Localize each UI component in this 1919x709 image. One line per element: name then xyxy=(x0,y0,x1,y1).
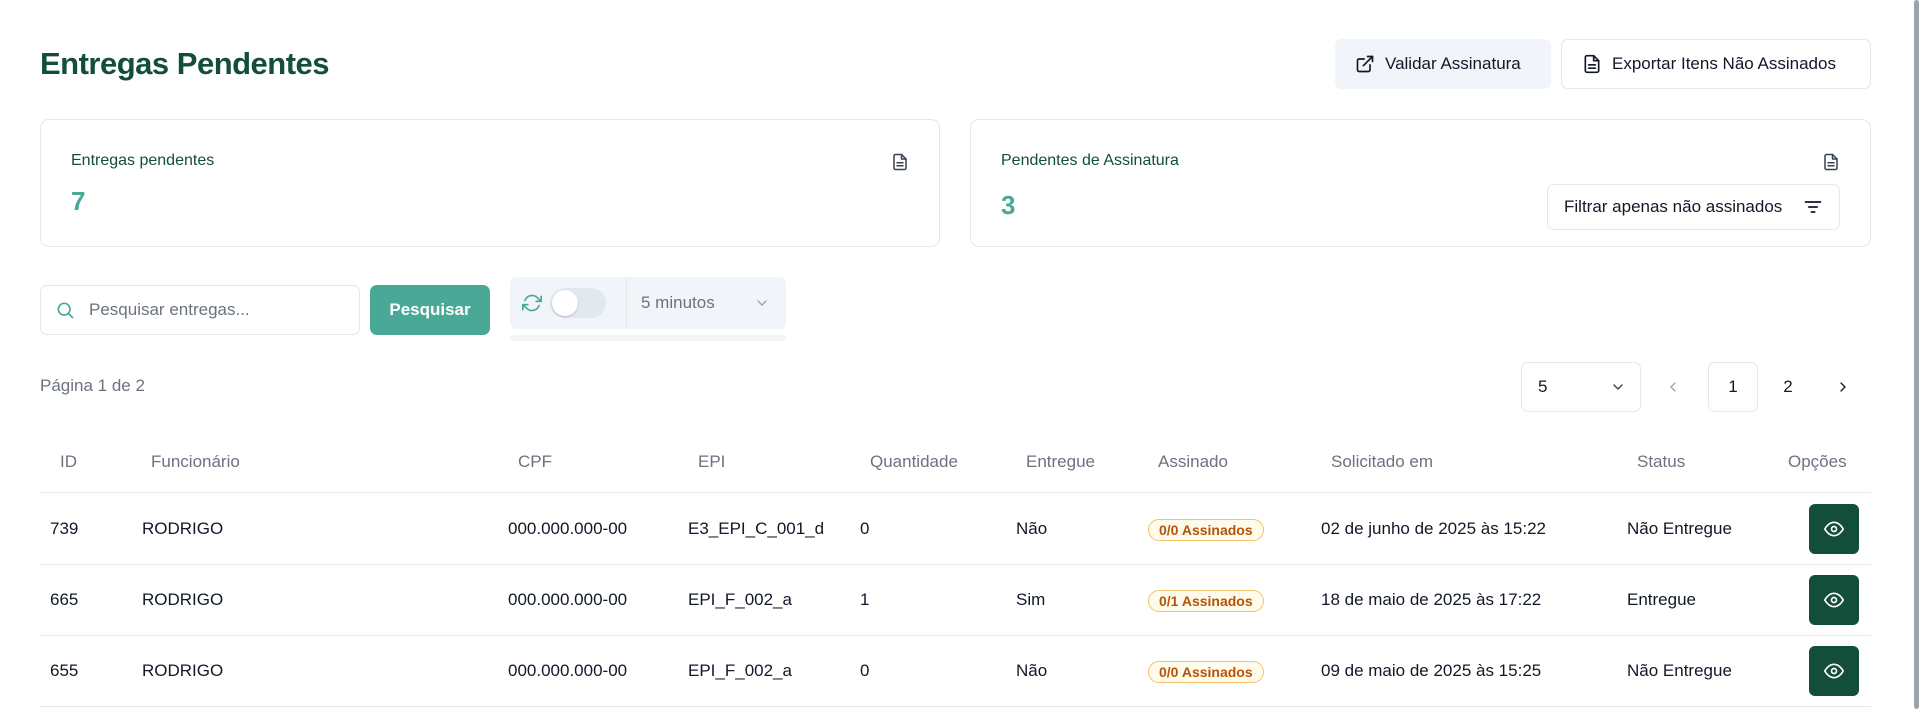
cell-funcionario: RODRIGO xyxy=(142,519,224,538)
cell-entregue: Não xyxy=(1016,661,1048,680)
card-value: 3 xyxy=(1001,190,1016,220)
table-row: 665 RODRIGO 000.000.000-00 EPI_F_002_a 1… xyxy=(40,565,1871,636)
assinado-badge: 0/1 Assinados xyxy=(1148,590,1264,612)
pagination-next-button[interactable] xyxy=(1818,362,1868,412)
chevron-left-icon xyxy=(1670,382,1676,392)
column-header-status[interactable]: Status xyxy=(1637,452,1685,472)
column-header-quantidade[interactable]: Quantidade xyxy=(870,452,958,472)
page-size-value: 5 xyxy=(1538,377,1548,396)
table-row: 739 RODRIGO 000.000.000-00 E3_EPI_C_001_… xyxy=(40,494,1871,565)
view-details-button[interactable] xyxy=(1809,504,1859,554)
entregas-pendentes-card: Entregas pendentes 7 xyxy=(40,119,940,247)
assinado-badge: 0/0 Assinados xyxy=(1148,661,1264,683)
cell-id: 739 xyxy=(50,519,79,538)
refresh-underline xyxy=(510,335,786,341)
cell-quantidade: 1 xyxy=(860,590,870,609)
cell-cpf: 000.000.000-00 xyxy=(508,519,628,538)
auto-refresh-toggle[interactable] xyxy=(550,288,606,318)
interval-value: 5 minutos xyxy=(641,293,715,312)
table-row: 655 RODRIGO 000.000.000-00 EPI_F_002_a 0… xyxy=(40,636,1871,707)
cell-entregue: Sim xyxy=(1016,590,1046,609)
cell-entregue: Não xyxy=(1016,519,1048,538)
column-header-epi[interactable]: EPI xyxy=(698,452,725,472)
column-header-id[interactable]: ID xyxy=(60,452,77,472)
cell-cpf: 000.000.000-00 xyxy=(508,590,628,609)
pendentes-assinatura-card: Pendentes de Assinatura 3 Filtrar apenas… xyxy=(970,119,1871,247)
eye-icon xyxy=(1824,592,1844,608)
pesquisar-button[interactable]: Pesquisar xyxy=(370,285,490,335)
pagination-prev-button[interactable] xyxy=(1648,362,1698,412)
pagination-page-1[interactable]: 1 xyxy=(1708,362,1758,412)
search-icon xyxy=(57,302,74,319)
table-header: ID Funcionário CPF EPI Quantidade Entreg… xyxy=(40,437,1871,493)
card-value: 7 xyxy=(71,186,86,216)
column-header-cpf[interactable]: CPF xyxy=(518,452,552,472)
file-text-icon xyxy=(1584,54,1600,74)
file-text-icon xyxy=(1824,153,1838,171)
toggle-knob xyxy=(552,290,578,316)
cell-id: 655 xyxy=(50,661,79,680)
scrollbar-thumb[interactable] xyxy=(1914,0,1919,709)
column-header-solicitado[interactable]: Solicitado em xyxy=(1331,452,1433,472)
page-size-select[interactable]: 5 xyxy=(1521,362,1641,412)
cell-epi: E3_EPI_C_001_d xyxy=(688,519,825,538)
page-content: Entregas Pendentes Validar Assinatura Ex… xyxy=(40,0,1871,709)
chevron-down-icon xyxy=(757,300,767,306)
cell-id: 665 xyxy=(50,590,79,609)
cell-solicitado: 02 de junho de 2025 às 15:22 xyxy=(1321,519,1546,538)
cell-epi: EPI_F_002_a xyxy=(688,661,792,680)
search-field[interactable] xyxy=(40,285,360,335)
cell-quantidade: 0 xyxy=(860,519,870,538)
validar-assinatura-label: Validar Assinatura xyxy=(1385,54,1521,73)
eye-icon xyxy=(1824,663,1844,679)
cell-status: Não Entregue xyxy=(1627,661,1732,680)
cell-quantidade: 0 xyxy=(860,661,870,680)
card-label: Pendentes de Assinatura xyxy=(1001,152,1179,169)
page-info: Página 1 de 2 xyxy=(40,376,145,395)
column-header-entregue[interactable]: Entregue xyxy=(1026,452,1095,472)
cell-funcionario: RODRIGO xyxy=(142,590,224,609)
search-input[interactable] xyxy=(89,300,329,320)
cell-epi: EPI_F_002_a xyxy=(688,590,792,609)
view-details-button[interactable] xyxy=(1809,646,1859,696)
card-label: Entregas pendentes xyxy=(71,152,215,169)
cell-solicitado: 09 de maio de 2025 às 15:25 xyxy=(1321,661,1542,680)
cell-status: Entregue xyxy=(1627,590,1696,609)
exportar-label: Exportar Itens Não Assinados xyxy=(1612,54,1836,73)
file-text-icon xyxy=(893,153,907,171)
external-link-icon xyxy=(1356,55,1374,73)
auto-refresh-group: 5 minutos xyxy=(510,277,786,329)
filter-label: Filtrar apenas não assinados xyxy=(1564,197,1783,216)
cell-funcionario: RODRIGO xyxy=(142,661,224,680)
view-details-button[interactable] xyxy=(1809,575,1859,625)
eye-icon xyxy=(1824,521,1844,537)
refresh-interval-select[interactable]: 5 minutos xyxy=(626,277,786,329)
column-header-opcoes: Opções xyxy=(1788,452,1847,471)
cell-status: Não Entregue xyxy=(1627,519,1732,538)
chevron-right-icon xyxy=(1840,382,1846,392)
filtrar-nao-assinados-button[interactable]: Filtrar apenas não assinados xyxy=(1547,184,1840,230)
exportar-nao-assinados-button[interactable]: Exportar Itens Não Assinados xyxy=(1561,39,1871,89)
column-header-funcionario[interactable]: Funcionário xyxy=(151,452,240,472)
filter-icon xyxy=(1804,201,1822,213)
scrollbar-track[interactable] xyxy=(1911,0,1919,709)
chevron-down-icon xyxy=(1613,384,1623,390)
validar-assinatura-button[interactable]: Validar Assinatura xyxy=(1335,39,1551,89)
pagination-page-2[interactable]: 2 xyxy=(1763,362,1813,412)
cell-cpf: 000.000.000-00 xyxy=(508,661,628,680)
cell-solicitado: 18 de maio de 2025 às 17:22 xyxy=(1321,590,1542,609)
refresh-icon xyxy=(522,294,542,312)
column-header-assinado[interactable]: Assinado xyxy=(1158,452,1228,472)
assinado-badge: 0/0 Assinados xyxy=(1148,519,1264,541)
page-title: Entregas Pendentes xyxy=(40,46,330,81)
